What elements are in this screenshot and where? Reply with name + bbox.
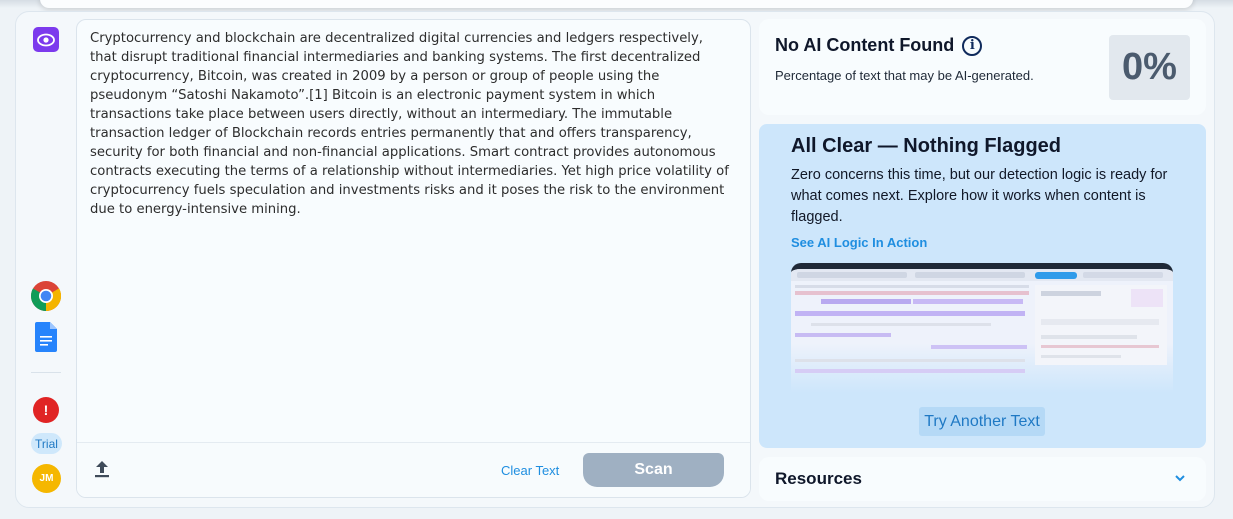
result-title: No AI Content Found [775, 35, 955, 55]
text-editor[interactable]: Cryptocurrency and blockchain are decent… [76, 19, 751, 498]
alert-symbol: ! [43, 402, 49, 418]
upload-icon[interactable] [93, 459, 111, 479]
google-docs-icon[interactable] [35, 322, 57, 352]
editor-text[interactable]: Cryptocurrency and blockchain are decent… [90, 29, 730, 219]
ai-percent-value: 0% [1109, 35, 1190, 100]
see-ai-logic-link[interactable]: See AI Logic In Action [791, 235, 927, 250]
left-rail: ! Trial JM [16, 12, 76, 507]
clear-text-button[interactable]: Clear Text [501, 463, 559, 478]
scan-button[interactable]: Scan [583, 453, 724, 487]
top-bar [0, 0, 1233, 8]
avatar-initials: JM [39, 473, 54, 484]
top-bar-pill [40, 0, 1193, 8]
all-clear-panel: All Clear — Nothing Flagged Zero concern… [759, 124, 1206, 448]
result-card: No AI Content Found i Percentage of text… [759, 19, 1206, 115]
avatar[interactable]: JM [32, 464, 61, 493]
all-clear-body: Zero concerns this time, but our detecti… [791, 167, 1168, 225]
try-another-text-button[interactable]: Try Another Text [919, 407, 1045, 436]
resources-label: Resources [775, 469, 862, 488]
result-subtitle: Percentage of text that may be AI-genera… [775, 68, 1034, 83]
all-clear-title: All Clear — Nothing Flagged [791, 135, 1062, 157]
alert-icon[interactable]: ! [33, 397, 59, 423]
resources-section[interactable]: Resources [759, 457, 1206, 501]
editor-toolbar: Clear Text Scan [77, 442, 750, 497]
chevron-down-icon[interactable] [1174, 471, 1186, 483]
eye-logo-icon[interactable] [33, 27, 59, 52]
trial-label: Trial [35, 436, 58, 451]
rail-divider [31, 372, 61, 373]
demo-preview-image [791, 263, 1173, 393]
chrome-icon[interactable] [30, 280, 62, 312]
info-icon[interactable]: i [962, 35, 983, 56]
result-title-row: No AI Content Found i [775, 35, 983, 56]
trial-badge[interactable]: Trial [31, 433, 62, 454]
